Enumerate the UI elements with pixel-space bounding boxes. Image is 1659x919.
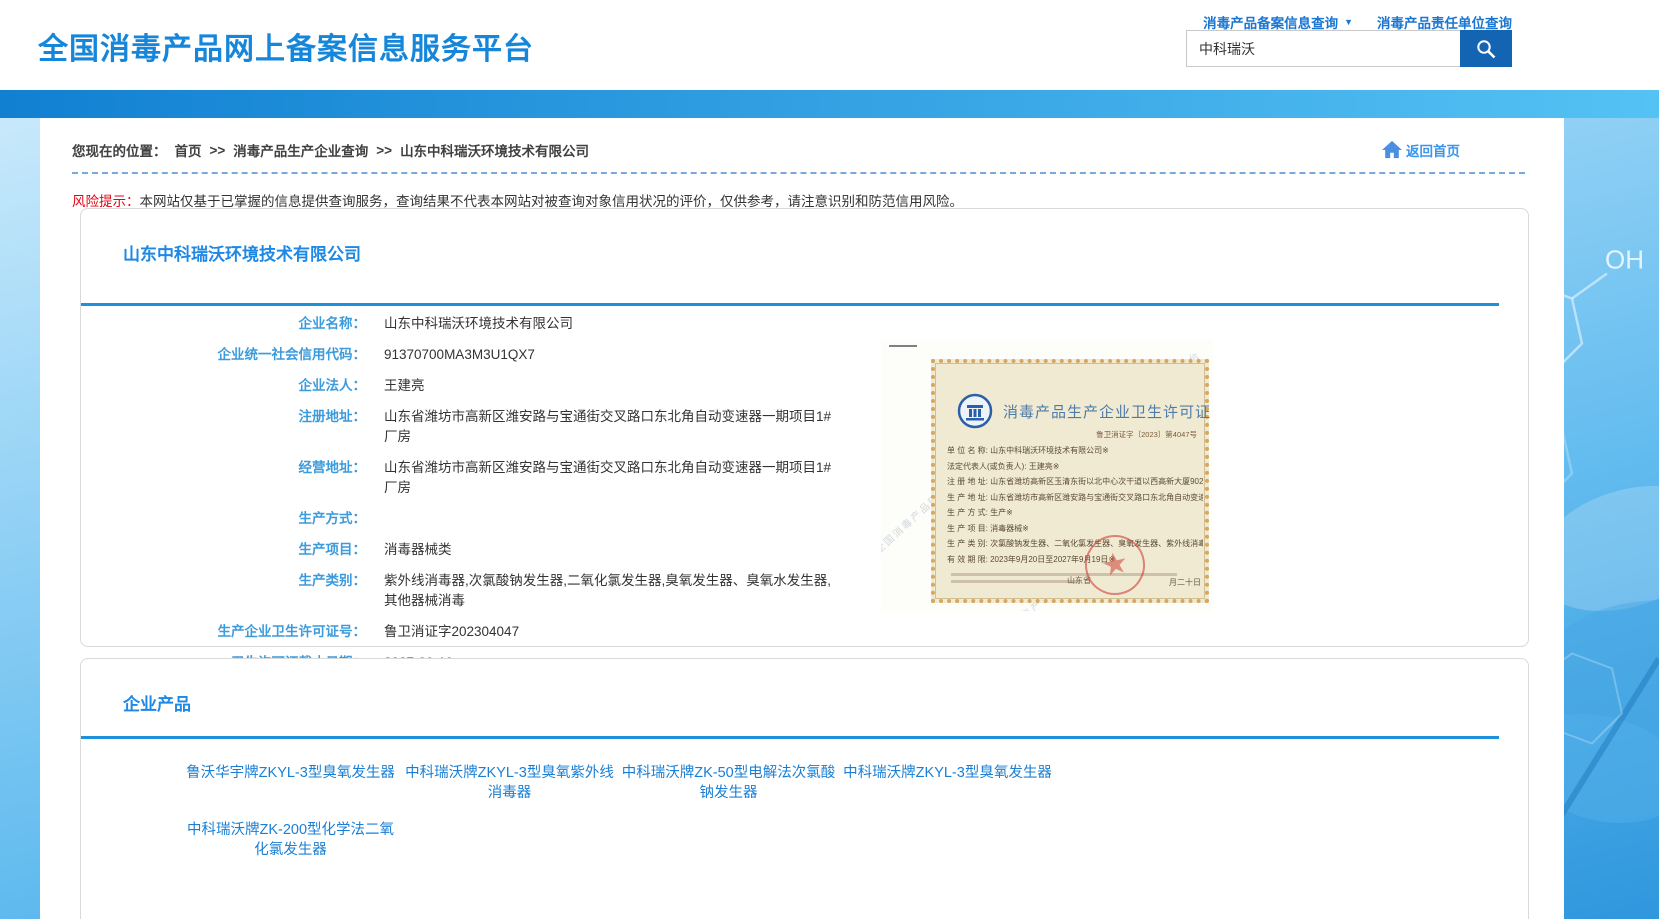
site-header: 全国消毒产品网上备案信息服务平台 消毒产品备案信息查询 ▼ 消毒产品责任单位查询: [0, 0, 1659, 90]
scan-dash-mark: [889, 345, 917, 347]
field-row: 经营地址：山东省潍坊市高新区潍安路与宝通街交叉路口东北角自动变速器一期项目1#厂…: [81, 458, 844, 498]
blue-divider-band: [0, 90, 1659, 118]
search-icon: [1474, 37, 1498, 61]
page: O OH 全国消毒产品网上备案信息服务平台 消毒产品备案信息查询 ▼ 消毒产品责…: [0, 0, 1659, 919]
certificate-title: 消毒产品生产企业卫生许可证: [1003, 401, 1211, 422]
certificate-lines: 单 位 名 称: 山东中科瑞沃环境技术有限公司※ 法定代表人(或负责人): 王建…: [947, 443, 1203, 567]
home-icon: [1381, 140, 1403, 160]
search-box: [1186, 30, 1512, 67]
company-info-card: 山东中科瑞沃环境技术有限公司 企业名称：山东中科瑞沃环境技术有限公司 企业统一社…: [80, 208, 1529, 647]
product-list: 鲁沃华宇牌ZKYL-3型臭氧发生器 中科瑞沃牌ZKYL-3型臭氧紫外线消毒器 中…: [183, 763, 1055, 860]
field-row: 企业统一社会信用代码：91370700MA3M3U1QX7: [81, 345, 844, 365]
svg-text:OH: OH: [1605, 245, 1644, 275]
breadcrumb-home-link[interactable]: 首页: [175, 140, 202, 160]
field-row: 生产类别：紫外线消毒器,次氯酸钠发生器,二氧化氯发生器,臭氧发生器、臭氧水发生器…: [81, 571, 844, 611]
risk-notice-text: 本网站仅基于已掌握的信息提供查询服务，查询结果不代表本网站对被查询对象信用状况的…: [140, 194, 964, 209]
product-link[interactable]: 中科瑞沃牌ZKYL-3型臭氧发生器: [840, 763, 1055, 803]
nav-responsible-unit-query[interactable]: 消毒产品责任单位查询: [1377, 12, 1512, 32]
breadcrumb-separator: >>: [376, 143, 392, 158]
products-card-title: 企业产品: [123, 690, 191, 715]
chevron-down-icon: ▼: [1344, 17, 1353, 27]
field-row: 生产企业卫生许可证号：鲁卫消证字202304047: [81, 622, 844, 642]
certificate-number: 鲁卫消证字〔2023〕第4047号: [1096, 429, 1197, 440]
field-row: 企业法人：王建亮: [81, 376, 844, 396]
field-row: 生产方式：: [81, 509, 844, 529]
top-nav: 消毒产品备案信息查询 ▼ 消毒产品责任单位查询: [1203, 12, 1512, 32]
breadcrumb-enterprise-query-link[interactable]: 消毒产品生产企业查询: [233, 140, 368, 160]
site-title: 全国消毒产品网上备案信息服务平台: [38, 24, 534, 68]
company-fields: 企业名称：山东中科瑞沃环境技术有限公司 企业统一社会信用代码：91370700M…: [81, 314, 844, 684]
dashed-divider: [72, 172, 1525, 174]
breadcrumb-row: 您现在的位置： 首页 >> 消毒产品生产企业查询 >> 山东中科瑞沃环境技术有限…: [72, 140, 1460, 160]
risk-notice-label: 风险提示：: [72, 194, 140, 209]
field-row: 注册地址：山东省潍坊市高新区潍安路与宝通街交叉路口东北角自动变速器一期项目1#厂…: [81, 407, 844, 447]
search-input[interactable]: [1186, 30, 1460, 67]
company-card-title: 山东中科瑞沃环境技术有限公司: [123, 240, 361, 265]
breadcrumb: 您现在的位置： 首页 >> 消毒产品生产企业查询 >> 山东中科瑞沃环境技术有限…: [72, 140, 589, 160]
content-wrapper: 您现在的位置： 首页 >> 消毒产品生产企业查询 >> 山东中科瑞沃环境技术有限…: [40, 118, 1564, 919]
company-products-card: 企业产品 鲁沃华宇牌ZKYL-3型臭氧发生器 中科瑞沃牌ZKYL-3型臭氧紫外线…: [80, 658, 1529, 919]
product-link[interactable]: 中科瑞沃牌ZK-200型化学法二氧化氯发生器: [183, 820, 398, 860]
field-row: 生产项目：消毒器械类: [81, 540, 844, 560]
product-link[interactable]: 中科瑞沃牌ZK-50型电解法次氯酸钠发生器: [621, 763, 836, 803]
risk-notice: 风险提示：本网站仅基于已掌握的信息提供查询服务，查询结果不代表本网站对被查询对象…: [72, 190, 963, 210]
product-link[interactable]: 鲁沃华宇牌ZKYL-3型臭氧发生器: [183, 763, 398, 803]
search-button[interactable]: [1460, 30, 1512, 67]
nav-filing-info-query[interactable]: 消毒产品备案信息查询 ▼: [1203, 12, 1353, 32]
certificate-date-fragment: 月二十日: [1169, 577, 1201, 588]
card-title-rule: [81, 736, 1499, 739]
product-link[interactable]: 中科瑞沃牌ZKYL-3型臭氧紫外线消毒器: [402, 763, 617, 803]
back-home-link[interactable]: 返回首页: [1381, 140, 1460, 160]
certificate-body: 消毒产品生产企业卫生许可证 鲁卫消证字〔2023〕第4047号 单 位 名 称:…: [931, 359, 1209, 603]
breadcrumb-separator: >>: [210, 143, 226, 158]
breadcrumb-current: 山东中科瑞沃环境技术有限公司: [400, 140, 589, 160]
card-title-rule: [81, 303, 1499, 306]
breadcrumb-prefix: 您现在的位置：: [72, 140, 167, 160]
license-certificate-image: 全国消毒产品网上备案信息服务平台 全国消毒产品网上备案信息服务平台 全国消毒产品…: [881, 339, 1213, 611]
certificate-fine-print: [951, 580, 1079, 583]
emblem-icon: [957, 393, 993, 429]
field-row: 企业名称：山东中科瑞沃环境技术有限公司: [81, 314, 844, 334]
